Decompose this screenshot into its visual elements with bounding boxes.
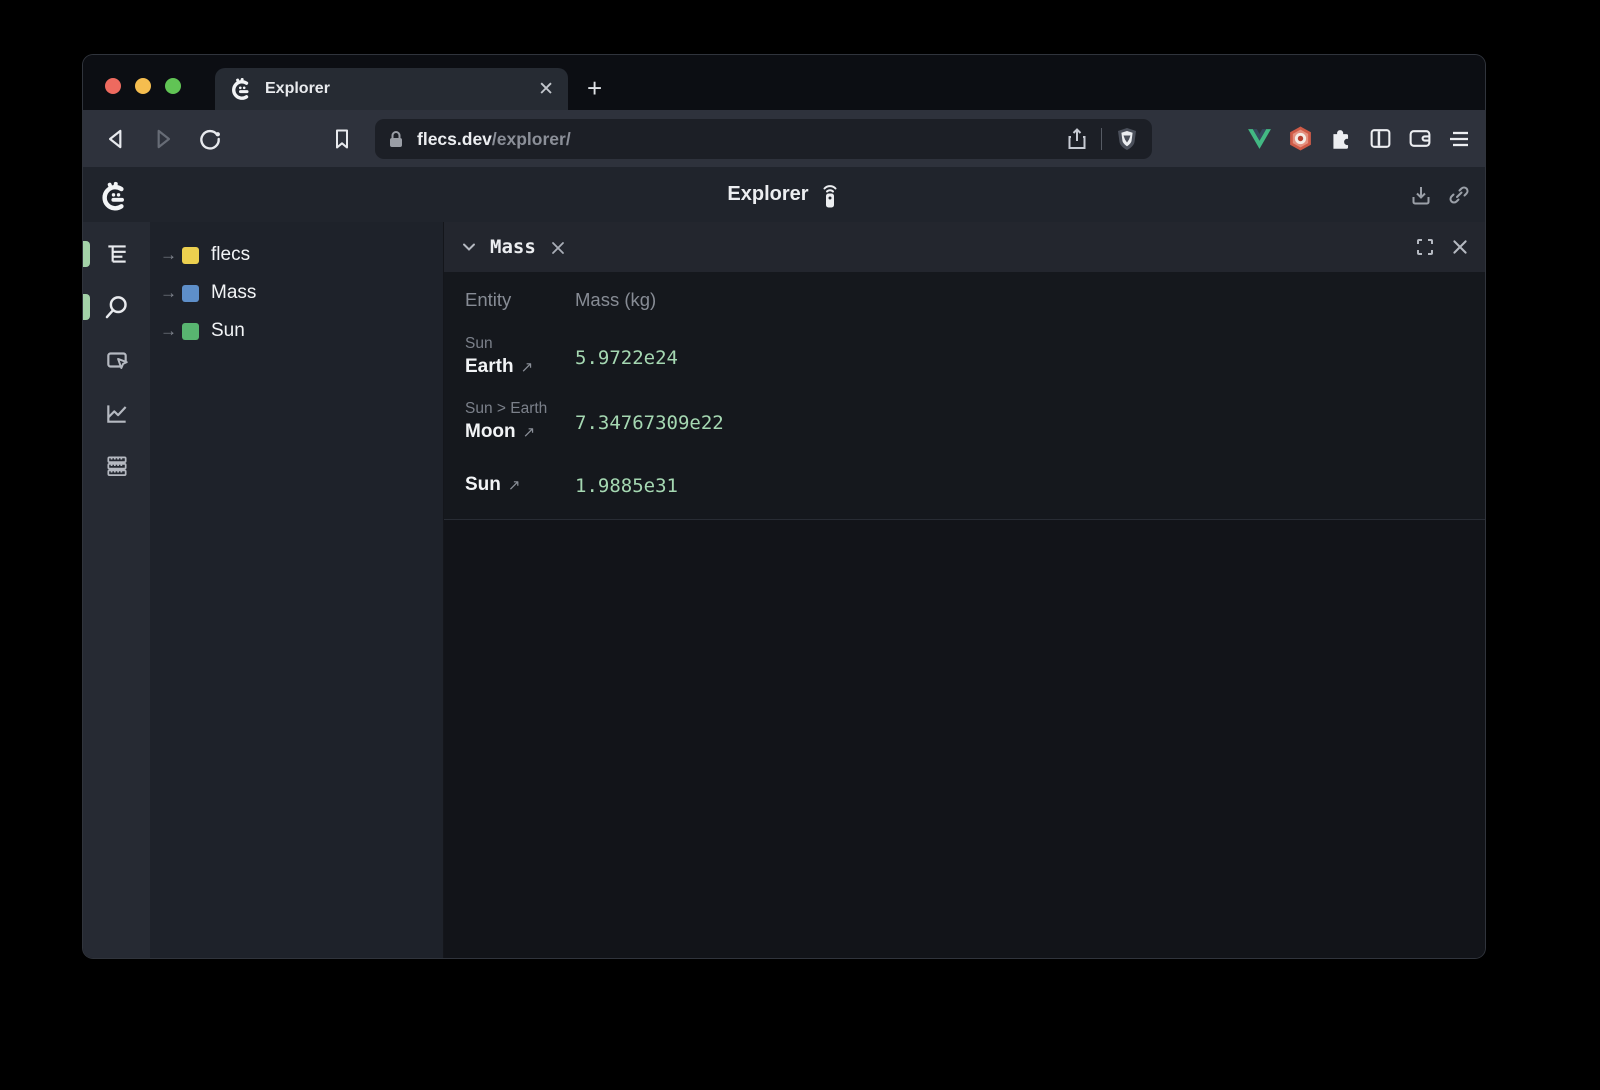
tree-view-icon [104, 241, 130, 267]
stats-chart-icon [104, 400, 130, 426]
bookmark-icon[interactable] [325, 122, 359, 156]
brave-shield-icon[interactable] [1114, 126, 1140, 152]
download-icon[interactable] [1409, 183, 1433, 207]
tab-close-icon[interactable]: ✕ [538, 80, 554, 99]
entity-color-square [182, 247, 199, 264]
tab-explorer[interactable]: Explorer ✕ [215, 68, 568, 110]
expander-icon[interactable]: → [160, 283, 182, 303]
app-header: Explorer [83, 167, 1485, 222]
tree-item-flecs[interactable]: → flecs [150, 236, 443, 274]
minimize-window-button[interactable] [135, 78, 151, 94]
tab-bar: Explorer ✕ + [83, 55, 1485, 110]
browser-toolbar: flecs.dev/explorer/ [83, 110, 1485, 167]
address-bar[interactable]: flecs.dev/explorer/ [375, 119, 1152, 159]
content-area: → flecs → Mass → Sun Mass [83, 222, 1485, 958]
back-button[interactable] [99, 122, 133, 156]
flecs-favicon-icon [229, 77, 253, 101]
sidebar-item-query[interactable] [83, 291, 150, 323]
extensions-puzzle-icon[interactable] [1328, 126, 1354, 152]
zoom-window-button[interactable] [165, 78, 181, 94]
table-row[interactable]: Sun > Earth Moon ↗ 7.34767309e22 [444, 392, 1485, 457]
tab-title: Explorer [265, 80, 538, 98]
active-indicator [83, 294, 90, 320]
mass-value: 7.34767309e22 [575, 410, 724, 434]
entity-parent-path: Sun [465, 335, 575, 353]
entity-name[interactable]: Moon [465, 421, 516, 443]
tree-item-sun[interactable]: → Sun [150, 312, 443, 350]
expander-icon[interactable]: → [160, 245, 182, 265]
sidebar-item-stats[interactable] [83, 397, 150, 429]
mass-value: 1.9885e31 [575, 473, 678, 497]
tree-item-label: flecs [211, 244, 250, 266]
new-tab-button[interactable]: + [587, 75, 602, 101]
chevron-down-icon[interactable] [460, 238, 478, 256]
entity-link-icon[interactable]: ↗ [521, 358, 534, 376]
table-row[interactable]: Sun Earth ↗ 5.9722e24 [444, 327, 1485, 392]
table-row[interactable]: Sun ↗ 1.9885e31 [444, 457, 1485, 519]
sidebar-item-inspector[interactable] [83, 344, 150, 376]
expander-icon[interactable]: → [160, 321, 182, 341]
url-host: flecs.dev [417, 129, 492, 149]
result-table: Entity Mass (kg) Sun Earth ↗ 5.9722e24 Su… [444, 272, 1485, 520]
query-close-icon[interactable] [550, 240, 566, 256]
query-panel: Mass E [444, 222, 1485, 958]
hex-extension-icon[interactable] [1287, 125, 1314, 152]
lock-icon [387, 129, 405, 149]
sidebar-item-scripts[interactable] [83, 450, 150, 482]
entity-parent-path: Sun > Earth [465, 400, 575, 418]
tree-item-label: Mass [211, 282, 256, 304]
panel-close-icon[interactable] [1451, 238, 1469, 256]
entity-link-icon[interactable]: ↗ [523, 423, 536, 441]
entity-color-square [182, 285, 199, 302]
url-text: flecs.dev/explorer/ [417, 129, 1065, 150]
reload-button[interactable] [193, 122, 227, 156]
extension-icons [1246, 110, 1471, 167]
entity-tree-panel: → flecs → Mass → Sun [150, 222, 444, 958]
sidebar-item-tree[interactable] [83, 238, 150, 270]
table-header-row: Entity Mass (kg) [444, 272, 1485, 327]
entity-color-square [182, 323, 199, 340]
copy-link-icon[interactable] [1447, 183, 1471, 207]
entity-name[interactable]: Earth [465, 356, 514, 378]
entity-name[interactable]: Sun [465, 474, 501, 496]
close-window-button[interactable] [105, 78, 121, 94]
tree-item-mass[interactable]: → Mass [150, 274, 443, 312]
query-panel-header: Mass [444, 222, 1485, 272]
divider [1101, 128, 1102, 150]
mass-value: 5.9722e24 [575, 345, 678, 369]
query-title: Mass [490, 236, 536, 258]
url-path: /explorer/ [492, 129, 571, 149]
search-icon [103, 294, 130, 321]
column-header-value: Mass (kg) [575, 289, 656, 311]
remote-connection-icon [819, 181, 841, 209]
sidebar-toggle-icon[interactable] [1368, 126, 1393, 151]
ruler-stack-icon [104, 453, 130, 479]
entity-link-icon[interactable]: ↗ [508, 476, 521, 494]
menu-icon[interactable] [1447, 127, 1471, 151]
column-header-entity: Entity [444, 289, 575, 311]
page-title: Explorer [727, 183, 808, 206]
expand-icon[interactable] [1415, 237, 1435, 257]
inspector-icon [104, 347, 130, 373]
wallet-icon[interactable] [1407, 126, 1433, 151]
active-indicator [83, 241, 90, 267]
forward-button[interactable] [146, 122, 180, 156]
share-icon[interactable] [1065, 126, 1089, 152]
browser-window: Explorer ✕ + flecs.dev/explorer/ [83, 55, 1485, 958]
icon-sidebar [83, 222, 150, 958]
tree-item-label: Sun [211, 320, 245, 342]
vue-devtools-icon[interactable] [1246, 126, 1273, 151]
